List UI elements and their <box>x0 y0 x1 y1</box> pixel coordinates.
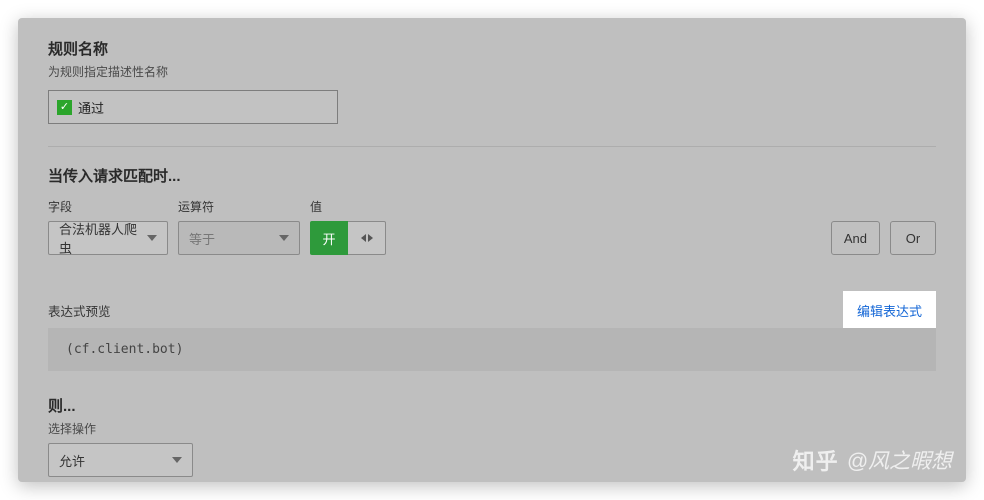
condition-title: 当传入请求匹配时... <box>48 165 936 186</box>
then-section: 则... 选择操作 允许 <box>48 395 936 477</box>
rule-name-subtitle: 为规则指定描述性名称 <box>48 63 936 80</box>
field-select[interactable]: 合法机器人爬虫 <box>48 221 168 255</box>
arrow-left-icon <box>361 234 366 242</box>
value-toggle: 开 <box>310 221 386 255</box>
rule-name-title: 规则名称 <box>48 38 936 59</box>
then-subtitle: 选择操作 <box>48 420 936 437</box>
expression-preview-label: 表达式预览 <box>48 301 111 320</box>
operator-label: 运算符 <box>178 198 300 215</box>
edit-expression-button[interactable]: 编辑表达式 <box>843 291 936 328</box>
condition-row: 字段 合法机器人爬虫 运算符 等于 值 开 <box>48 198 936 255</box>
chevron-down-icon <box>172 457 182 463</box>
field-label: 字段 <box>48 198 168 215</box>
action-select-value: 允许 <box>59 451 85 470</box>
chevron-down-icon <box>279 235 289 241</box>
rule-panel: 规则名称 为规则指定描述性名称 ✓ 通过 当传入请求匹配时... 字段 合法机器… <box>18 18 966 482</box>
edit-expression-label: 编辑表达式 <box>857 304 922 319</box>
value-column: 值 开 <box>310 198 386 255</box>
action-select[interactable]: 允许 <box>48 443 193 477</box>
then-title: 则... <box>48 395 936 416</box>
operator-select-value: 等于 <box>189 229 215 248</box>
arrow-right-icon <box>368 234 373 242</box>
operator-column: 运算符 等于 <box>178 198 300 255</box>
check-icon: ✓ <box>57 100 72 115</box>
field-select-value: 合法机器人爬虫 <box>59 219 137 257</box>
expression-preview-header: 表达式预览 编辑表达式 <box>48 291 936 328</box>
operator-select[interactable]: 等于 <box>178 221 300 255</box>
divider <box>48 146 936 147</box>
expression-preview: (cf.client.bot) <box>48 328 936 371</box>
and-button[interactable]: And <box>831 221 880 255</box>
rule-name-section: 规则名称 为规则指定描述性名称 ✓ 通过 <box>48 38 936 124</box>
logic-buttons: And Or <box>831 221 936 255</box>
rule-name-input[interactable]: ✓ 通过 <box>48 90 338 124</box>
or-button[interactable]: Or <box>890 221 936 255</box>
toggle-on-button[interactable]: 开 <box>310 221 348 255</box>
chevron-down-icon <box>147 235 157 241</box>
rule-name-value: 通过 <box>78 98 104 117</box>
toggle-swap-button[interactable] <box>348 221 386 255</box>
condition-section: 当传入请求匹配时... 字段 合法机器人爬虫 运算符 等于 值 开 <box>48 165 936 255</box>
field-column: 字段 合法机器人爬虫 <box>48 198 168 255</box>
value-label: 值 <box>310 198 386 215</box>
